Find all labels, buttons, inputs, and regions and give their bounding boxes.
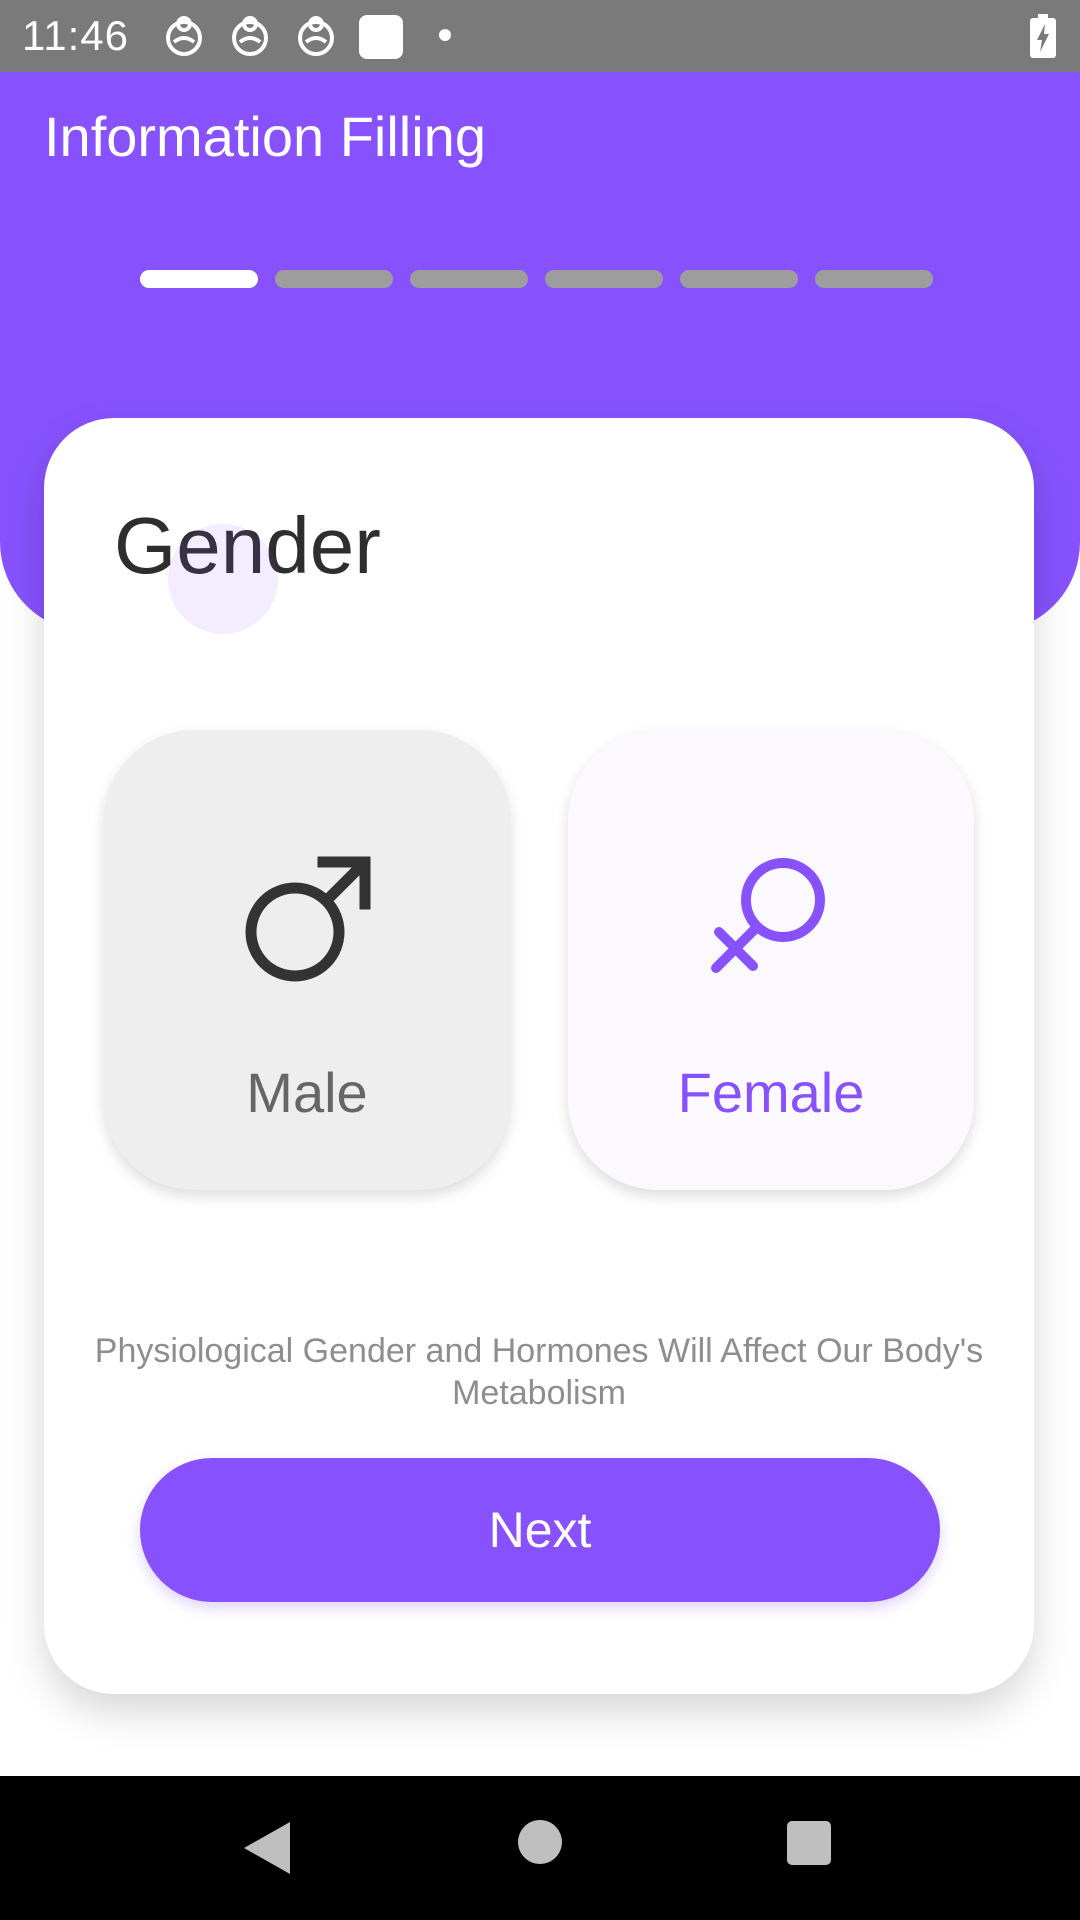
notification-app-icon xyxy=(228,14,272,63)
home-icon[interactable] xyxy=(514,1816,566,1873)
back-icon[interactable] xyxy=(240,1818,296,1883)
female-option-button[interactable]: Female xyxy=(568,730,974,1190)
gender-card: Gender Male Female Physiological Gender … xyxy=(44,418,1034,1694)
notification-square-icon xyxy=(358,14,404,65)
female-symbol-icon xyxy=(711,858,825,973)
battery-charging-icon xyxy=(1030,14,1056,63)
notification-app-icon xyxy=(162,14,206,63)
step-progress-indicator xyxy=(140,270,940,288)
touch-ripple xyxy=(168,524,278,634)
progress-step-1 xyxy=(140,270,258,288)
male-symbol-icon xyxy=(245,856,371,982)
gender-hint-text: Physiological Gender and Hormones Will A… xyxy=(94,1332,984,1412)
notification-app-icon xyxy=(294,14,338,63)
status-bar: 11:46 xyxy=(0,0,1080,72)
progress-step-2 xyxy=(275,270,393,288)
progress-step-6 xyxy=(815,270,933,288)
male-option-button[interactable]: Male xyxy=(104,730,510,1190)
next-button[interactable]: Next xyxy=(140,1458,940,1602)
progress-step-5 xyxy=(680,270,798,288)
male-option-label: Male xyxy=(246,1061,368,1124)
progress-step-4 xyxy=(545,270,663,288)
navigation-bar xyxy=(0,1776,1080,1920)
notification-dot-icon xyxy=(438,28,452,47)
recents-icon[interactable] xyxy=(784,1818,834,1873)
status-time: 11:46 xyxy=(22,12,129,59)
progress-step-3 xyxy=(410,270,528,288)
page-title: Information Filling xyxy=(44,105,486,168)
female-option-label: Female xyxy=(677,1061,865,1124)
